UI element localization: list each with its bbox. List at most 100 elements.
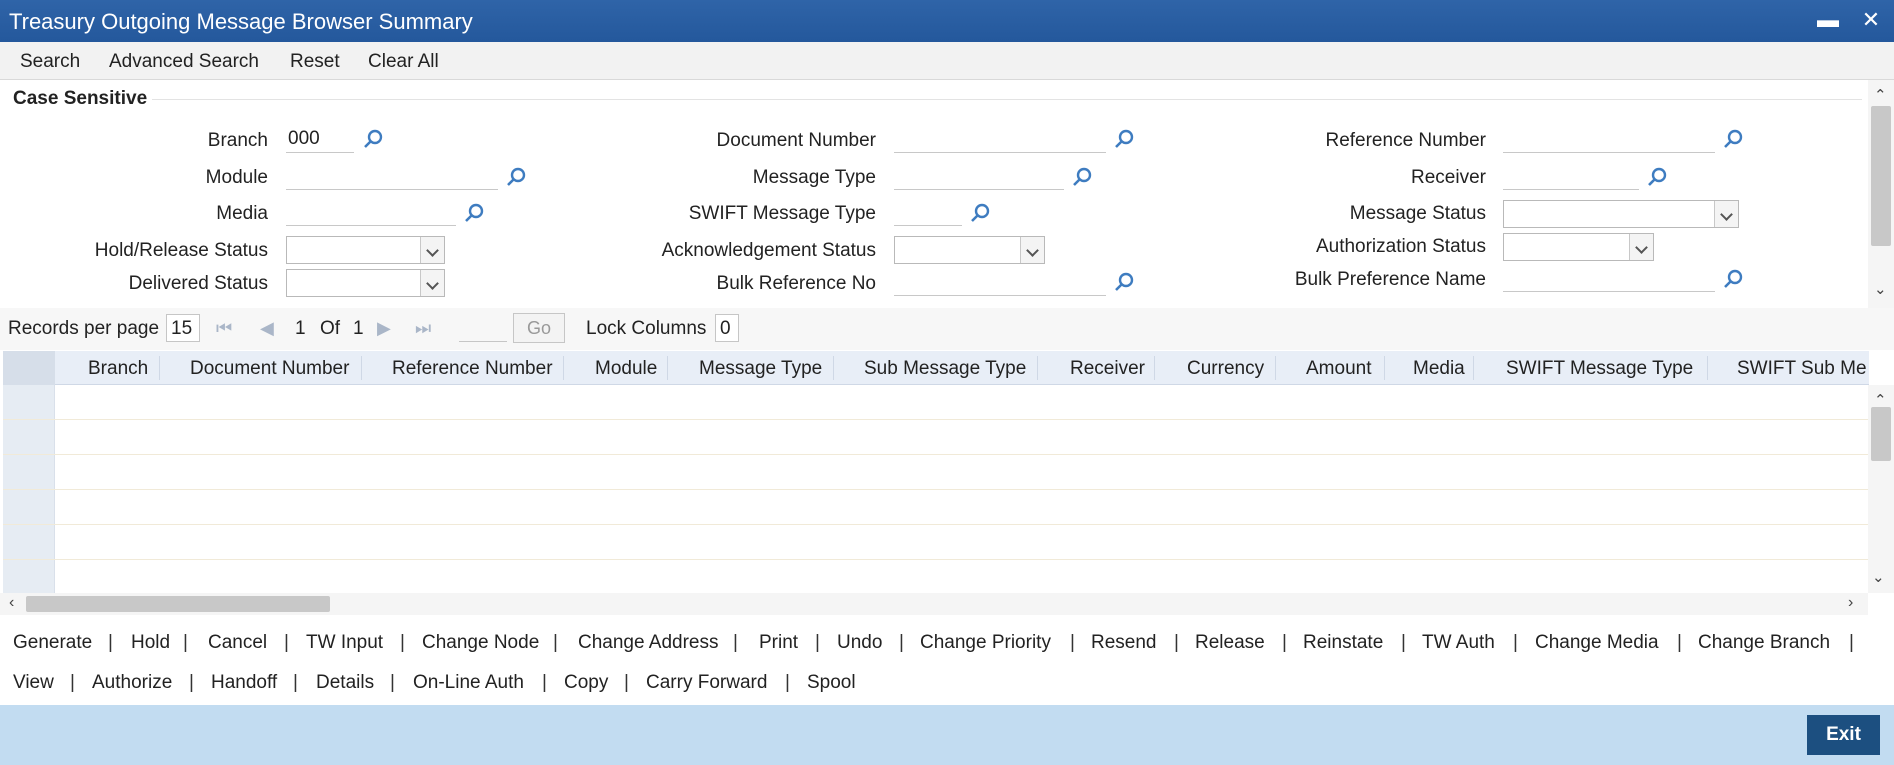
reference-number-lookup-icon[interactable] <box>1722 128 1744 150</box>
table-row[interactable] <box>3 525 1869 560</box>
print-action[interactable]: Print <box>759 632 798 654</box>
column-header-sub-message-type[interactable]: Sub Message Type <box>864 358 1026 380</box>
on-line-auth-action[interactable]: On-Line Auth <box>413 672 524 694</box>
module-input[interactable] <box>286 162 498 190</box>
release-action[interactable]: Release <box>1195 632 1265 654</box>
records-per-page-input[interactable]: 15 <box>166 314 200 342</box>
search-menu-item[interactable]: Search <box>20 51 80 73</box>
grid-horizontal-scrollbar[interactable]: ‹ › <box>0 593 1868 615</box>
row-select-cell[interactable] <box>3 560 55 593</box>
advanced-search-menu-item[interactable]: Advanced Search <box>109 51 259 73</box>
message-type-lookup-icon[interactable] <box>1071 166 1093 188</box>
column-header-currency[interactable]: Currency <box>1187 358 1264 380</box>
bulk-preference-name-input[interactable] <box>1503 264 1715 292</box>
row-select-cell[interactable] <box>3 490 55 524</box>
table-row[interactable] <box>3 490 1869 525</box>
message-status-select[interactable] <box>1503 200 1739 228</box>
scroll-left-icon[interactable]: ‹ <box>9 594 14 612</box>
criteria-vertical-scrollbar[interactable]: ⌃ ⌄ <box>1868 80 1894 308</box>
hold-action[interactable]: Hold <box>131 632 170 654</box>
grid-horizontal-scroll-thumb[interactable] <box>26 596 330 612</box>
swift-message-type-lookup-icon[interactable] <box>969 202 991 224</box>
acknowledgement-status-select[interactable] <box>894 236 1045 264</box>
next-page-icon[interactable]: ▶ <box>377 318 391 339</box>
column-header-document-number[interactable]: Document Number <box>190 358 349 380</box>
change-address-action[interactable]: Change Address <box>578 632 719 654</box>
scroll-right-icon[interactable]: › <box>1848 594 1853 612</box>
bulk-reference-no-input[interactable] <box>894 268 1106 296</box>
reinstate-action[interactable]: Reinstate <box>1303 632 1383 654</box>
media-input[interactable] <box>286 198 456 226</box>
branch-input[interactable] <box>286 125 354 153</box>
document-number-lookup-icon[interactable] <box>1113 128 1135 150</box>
generate-action[interactable]: Generate <box>13 632 92 654</box>
column-header-swift-message-type[interactable]: SWIFT Message Type <box>1506 358 1693 380</box>
column-header-media[interactable]: Media <box>1413 358 1465 380</box>
first-page-icon[interactable]: ⏮ <box>216 318 232 339</box>
tw-auth-action[interactable]: TW Auth <box>1422 632 1495 654</box>
previous-page-icon[interactable]: ◀ <box>260 318 274 339</box>
scroll-up-icon[interactable]: ⌃ <box>1874 86 1887 104</box>
row-select-cell[interactable] <box>3 385 55 419</box>
table-row[interactable] <box>3 385 1869 420</box>
column-header-module[interactable]: Module <box>595 358 657 380</box>
handoff-action[interactable]: Handoff <box>211 672 277 694</box>
carry-forward-action[interactable]: Carry Forward <box>646 672 767 694</box>
change-priority-action[interactable]: Change Priority <box>920 632 1051 654</box>
row-select-cell[interactable] <box>3 420 55 454</box>
column-header-reference-number[interactable]: Reference Number <box>392 358 553 380</box>
exit-button[interactable]: Exit <box>1807 715 1880 755</box>
row-select-cell[interactable] <box>3 525 55 559</box>
close-icon[interactable]: ✕ <box>1857 6 1885 34</box>
select-all-cell[interactable] <box>3 351 55 385</box>
change-branch-action[interactable]: Change Branch <box>1698 632 1830 654</box>
cancel-action[interactable]: Cancel <box>208 632 267 654</box>
spool-action[interactable]: Spool <box>807 672 856 694</box>
go-button[interactable]: Go <box>513 313 565 343</box>
module-lookup-icon[interactable] <box>505 166 527 188</box>
last-page-icon[interactable]: ⏭ <box>415 318 431 339</box>
swift-message-type-input[interactable] <box>894 198 962 226</box>
hold-release-status-select[interactable] <box>286 236 445 264</box>
grid-vertical-scroll-thumb[interactable] <box>1871 407 1891 461</box>
column-header-branch[interactable]: Branch <box>88 358 148 380</box>
row-select-cell[interactable] <box>3 455 55 489</box>
column-header-swift-sub-message-type[interactable]: SWIFT Sub Me <box>1737 358 1867 380</box>
copy-action[interactable]: Copy <box>564 672 608 694</box>
reset-menu-item[interactable]: Reset <box>290 51 340 73</box>
document-number-input[interactable] <box>894 125 1106 153</box>
authorize-action[interactable]: Authorize <box>92 672 172 694</box>
authorization-status-select[interactable] <box>1503 233 1654 261</box>
delivered-status-select[interactable] <box>286 269 445 297</box>
lock-columns-input[interactable]: 0 <box>715 314 739 342</box>
table-row[interactable] <box>3 420 1869 455</box>
tw-input-action[interactable]: TW Input <box>306 632 383 654</box>
clear-all-menu-item[interactable]: Clear All <box>368 51 439 73</box>
bulk-reference-no-lookup-icon[interactable] <box>1113 271 1135 293</box>
message-type-input[interactable] <box>894 162 1064 190</box>
grid-vertical-scrollbar[interactable]: ⌃ <box>1868 385 1894 593</box>
view-action[interactable]: View <box>13 672 54 694</box>
details-action[interactable]: Details <box>316 672 374 694</box>
change-node-action[interactable]: Change Node <box>422 632 539 654</box>
media-lookup-icon[interactable] <box>463 202 485 224</box>
branch-lookup-icon[interactable] <box>362 128 384 150</box>
receiver-lookup-icon[interactable] <box>1646 166 1668 188</box>
goto-page-input[interactable] <box>459 314 507 342</box>
minimize-icon[interactable]: ▬ <box>1814 6 1842 34</box>
scroll-down-icon[interactable]: ⌄ <box>1874 280 1887 298</box>
change-media-action[interactable]: Change Media <box>1535 632 1659 654</box>
table-row[interactable] <box>3 560 1869 593</box>
column-header-amount[interactable]: Amount <box>1306 358 1371 380</box>
column-header-receiver[interactable]: Receiver <box>1070 358 1145 380</box>
bulk-preference-name-lookup-icon[interactable] <box>1722 268 1744 290</box>
resend-action[interactable]: Resend <box>1091 632 1157 654</box>
action-separator: | <box>390 672 395 693</box>
reference-number-input[interactable] <box>1503 125 1715 153</box>
criteria-scroll-thumb[interactable] <box>1871 106 1891 246</box>
undo-action[interactable]: Undo <box>837 632 882 654</box>
table-row[interactable] <box>3 455 1869 490</box>
scroll-down-icon[interactable]: ⌄ <box>1872 568 1885 586</box>
receiver-input[interactable] <box>1503 162 1639 190</box>
column-header-message-type[interactable]: Message Type <box>699 358 822 380</box>
